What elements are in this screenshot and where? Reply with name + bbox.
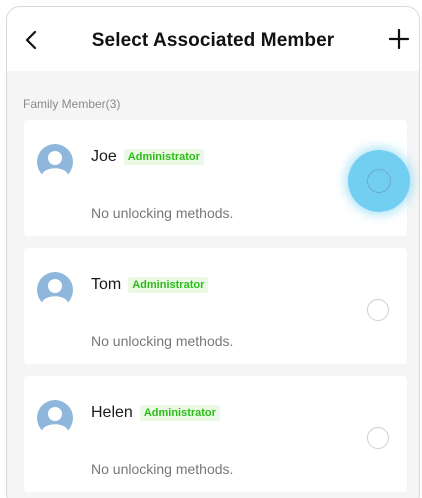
avatar: [37, 272, 73, 309]
member-status: No unlocking methods.: [91, 205, 234, 221]
touch-indicator: [348, 150, 410, 212]
avatar-icon: [37, 272, 73, 309]
avatar: [37, 144, 73, 181]
touch-radio-ring: [367, 169, 391, 193]
section-label: Family Member(3): [23, 97, 121, 111]
role-badge: Administrator: [128, 277, 209, 293]
member-status: No unlocking methods.: [91, 461, 234, 477]
avatar-icon: [37, 144, 73, 181]
member-card-helen[interactable]: Helen Administrator No unlocking methods…: [24, 376, 407, 492]
avatar-icon: [37, 400, 73, 437]
add-member-button[interactable]: [387, 27, 411, 51]
member-radio[interactable]: [367, 299, 389, 321]
member-status: No unlocking methods.: [91, 333, 234, 349]
header: Select Associated Member: [7, 7, 419, 71]
member-name-row: Helen Administrator: [91, 404, 220, 422]
avatar: [37, 400, 73, 437]
screen: Select Associated Member Family Member(3…: [0, 0, 422, 498]
member-radio[interactable]: [367, 427, 389, 449]
phone-frame: Select Associated Member Family Member(3…: [6, 6, 420, 498]
member-name-row: Tom Administrator: [91, 276, 209, 294]
plus-icon: [388, 28, 410, 50]
member-name: Tom: [91, 276, 122, 293]
role-badge: Administrator: [139, 405, 220, 421]
member-card-tom[interactable]: Tom Administrator No unlocking methods.: [24, 248, 407, 364]
role-badge: Administrator: [123, 149, 204, 165]
member-name: Joe: [91, 148, 117, 165]
page-title: Select Associated Member: [91, 30, 335, 51]
member-name: Helen: [91, 404, 133, 421]
member-name-row: Joe Administrator: [91, 148, 204, 166]
